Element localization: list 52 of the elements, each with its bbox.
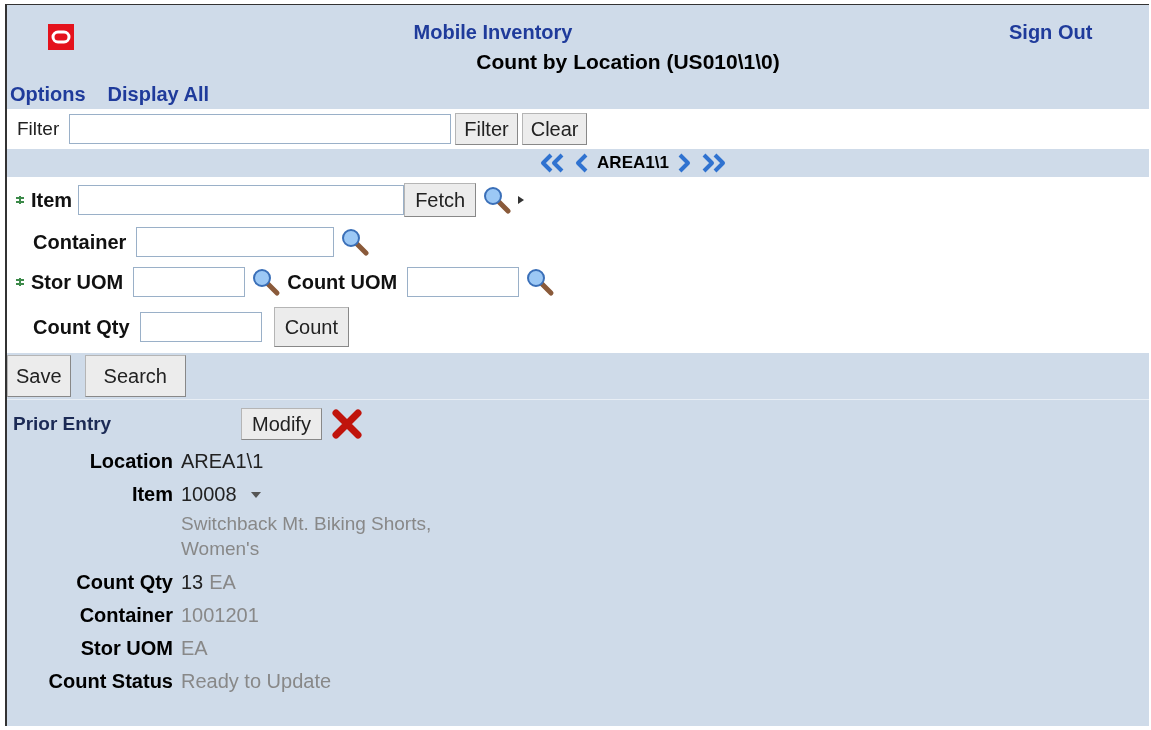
input-field[interactable]	[78, 185, 405, 215]
app-title[interactable]: Mobile Inventory	[413, 21, 573, 44]
screen-title: Count by Location (US010\1\0)	[476, 50, 780, 74]
field-label: Container	[33, 230, 127, 254]
menu-link[interactable]: Options	[10, 83, 86, 109]
modify-button[interactable]: Modify	[241, 408, 322, 440]
search-icon[interactable]	[251, 267, 282, 297]
location-text: AREA1\1	[597, 153, 669, 173]
required-icon	[15, 195, 25, 205]
detail-label: Count Status	[47, 670, 173, 694]
detail-label: Count Qty	[75, 571, 173, 595]
count-button[interactable]: Count	[273, 307, 350, 347]
search-icon[interactable]	[525, 267, 556, 297]
detail-label: Stor UOM	[79, 637, 173, 661]
previous-page-icon[interactable]	[573, 152, 590, 174]
detail-value: 10008	[181, 483, 237, 506]
detail-value: 1001201	[181, 604, 259, 628]
filter-button[interactable]: Filter	[455, 113, 518, 145]
input-field[interactable]	[136, 227, 335, 257]
detail-label: Location	[88, 450, 173, 473]
item-description: Switchback Mt. Biking Shorts, Women's	[181, 512, 433, 561]
caret-icon[interactable]	[518, 196, 525, 204]
fetch-button[interactable]: Fetch	[404, 183, 477, 217]
action-button[interactable]: Search	[84, 355, 186, 397]
input-field[interactable]	[139, 312, 262, 342]
field-label: Count UOM	[287, 270, 398, 294]
input-field[interactable]	[133, 267, 246, 297]
filter-field[interactable]	[69, 114, 452, 144]
detail-value: Ready to Update	[181, 670, 332, 694]
detail-label: Item	[130, 483, 173, 506]
search-icon[interactable]	[482, 185, 513, 215]
detail-value: EA	[181, 637, 208, 661]
sign-out-link[interactable]: Sign Out	[1009, 5, 1149, 81]
field-label: Stor UOM	[31, 270, 124, 294]
next-page-icon[interactable]	[676, 152, 693, 174]
filter-button[interactable]: Clear	[521, 113, 588, 145]
input-field[interactable]	[407, 267, 520, 297]
delete-icon[interactable]	[331, 409, 362, 439]
section-title: Prior Entry	[13, 413, 113, 435]
detail-value: AREA1\1	[181, 450, 264, 473]
filter-label: Filter	[17, 118, 60, 140]
dropdown-caret-icon[interactable]	[250, 491, 261, 498]
detail-label: Container	[78, 604, 173, 628]
menu-link[interactable]: Display All	[107, 83, 210, 109]
unit-text: EA	[209, 571, 236, 595]
logo-icon	[47, 23, 75, 51]
detail-value: 13	[181, 571, 204, 595]
required-icon	[15, 277, 25, 287]
field-label: Item	[31, 188, 73, 212]
search-icon[interactable]	[340, 227, 371, 257]
action-button[interactable]: Save	[7, 355, 71, 397]
field-label: Count Qty	[33, 315, 130, 339]
